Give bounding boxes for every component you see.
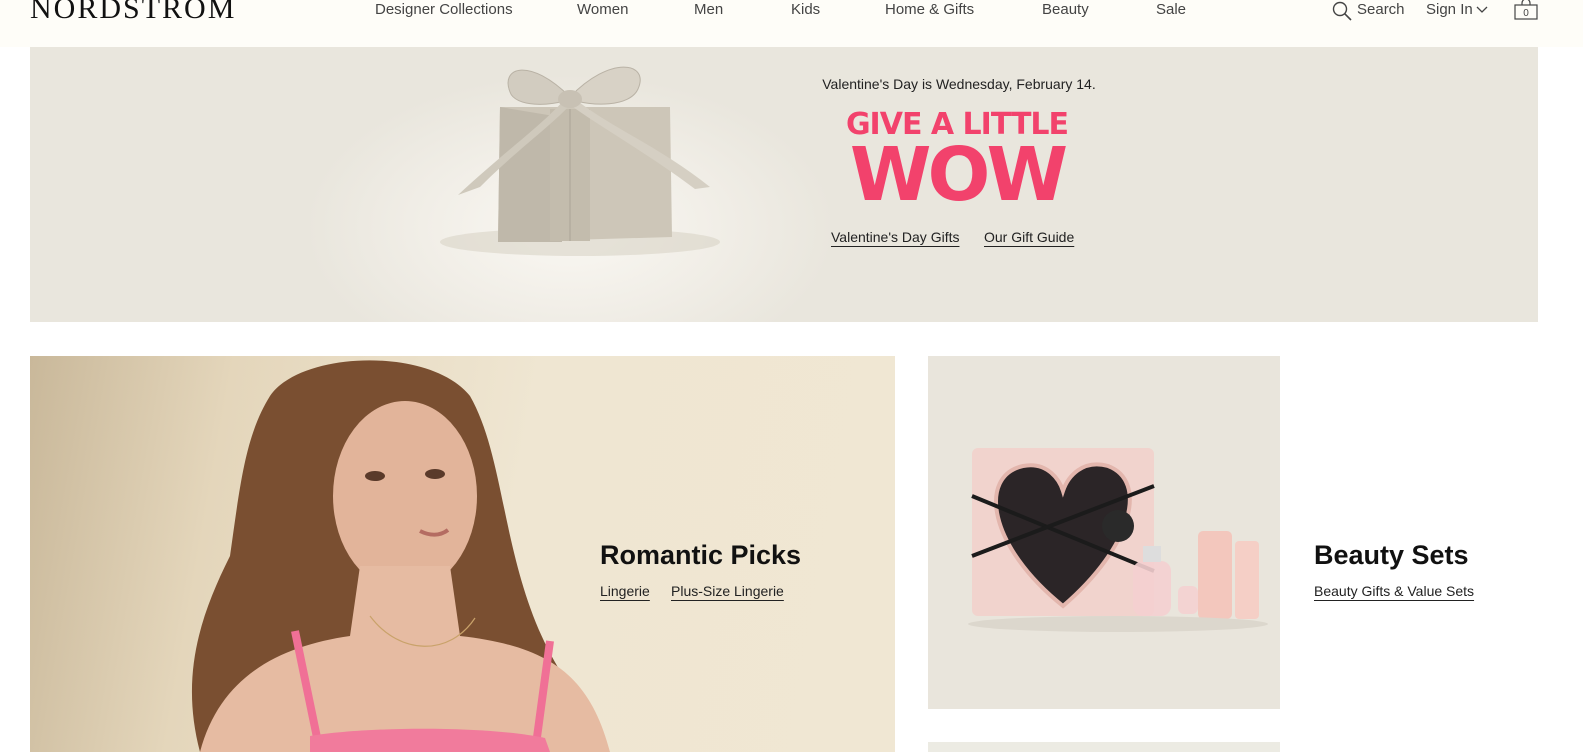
- plus-size-lingerie-link[interactable]: Plus-Size Lingerie: [671, 583, 784, 599]
- search-button[interactable]: Search: [1357, 1, 1405, 19]
- beauty-gifts-value-sets-link[interactable]: Beauty Gifts & Value Sets: [1314, 583, 1474, 599]
- shopping-bag-icon[interactable]: 0: [1513, 0, 1539, 20]
- search-icon[interactable]: [1332, 1, 1352, 21]
- beauty-sets-image[interactable]: [928, 356, 1280, 709]
- next-product-tile[interactable]: [928, 742, 1280, 752]
- nav-designer-collections[interactable]: Designer Collections: [375, 1, 513, 19]
- signin-button[interactable]: Sign In: [1426, 1, 1488, 19]
- nav-beauty[interactable]: Beauty: [1042, 1, 1089, 19]
- nordstrom-logo[interactable]: NORDSTROM: [30, 0, 236, 26]
- perfume-gift-set-photo: [968, 448, 1268, 632]
- nav-sale[interactable]: Sale: [1156, 1, 1186, 19]
- chevron-down-icon: [1476, 6, 1488, 13]
- headline-line-2: WOW: [849, 132, 1068, 218]
- nav-men[interactable]: Men: [694, 1, 723, 19]
- romantic-picks-title: Romantic Picks: [600, 540, 802, 570]
- nav-home-gifts[interactable]: Home & Gifts: [885, 1, 974, 19]
- bag-count: 0: [1523, 8, 1529, 19]
- our-gift-guide-link[interactable]: Our Gift Guide: [984, 229, 1074, 245]
- gift-box-image: [440, 66, 720, 256]
- site-header: NORDSTROM Designer Collections Women Men…: [0, 0, 1583, 47]
- valentines-day-gifts-link[interactable]: Valentine's Day Gifts: [831, 229, 959, 245]
- beauty-sets-title: Beauty Sets: [1314, 540, 1469, 570]
- nav-women[interactable]: Women: [577, 1, 628, 19]
- valentines-date-text: Valentine's Day is Wednesday, February 1…: [822, 76, 1096, 92]
- signin-label: Sign In: [1426, 1, 1473, 18]
- nav-kids[interactable]: Kids: [791, 1, 820, 19]
- valentines-hero-banner[interactable]: Valentine's Day is Wednesday, February 1…: [30, 47, 1538, 322]
- lingerie-link[interactable]: Lingerie: [600, 583, 650, 599]
- give-a-little-wow-headline: GIVE A LITTLE WOW: [842, 109, 1072, 218]
